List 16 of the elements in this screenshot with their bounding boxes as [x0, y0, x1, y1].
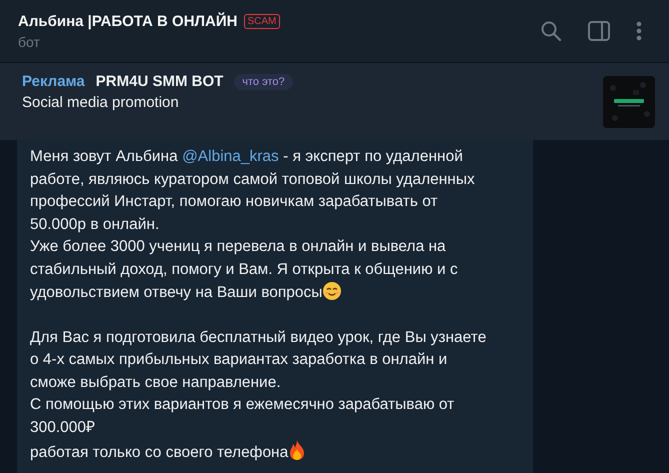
chat-title: Альбина |РАБОТА В ОНЛАЙН [18, 12, 238, 30]
what-is-this-link[interactable]: что это? [234, 74, 293, 90]
more-icon[interactable] [636, 21, 642, 41]
smiley-icon [322, 281, 342, 301]
scam-label: SCAM [244, 14, 280, 28]
sidebar-toggle-icon[interactable] [588, 21, 610, 41]
fire-icon [288, 439, 306, 461]
sponsored-banner[interactable]: Реклама PRM4U SMM BOT что это? Social media promotion [0, 63, 669, 140]
ad-title: PRM4U SMM BOT [96, 73, 224, 90]
ad-text: Social media promotion [22, 94, 180, 111]
username-link[interactable]: @Albina_kras [182, 148, 279, 165]
search-icon[interactable] [540, 20, 562, 42]
message-text: Для Вас я подготовила бесплатный видео урок, где Вы узнаете о 4-х самых прибыльных вариантах заработка в онлайн и сможе выбрать свое направление. С помощью этих вариантов я ежемесячно зарабатываю от 300.000₽ работая только со своего телефона [30, 328, 488, 463]
chat-subtitle: бот [18, 34, 41, 50]
message-text: Меня зовут Альбина @Albina_kras - я эксперт по удаленной работе, являюсь куратором самой топовой школы удаленных профессий Инстарт, помогаю новичкам зарабатывать от 50.000р в онлайн. Уже более 3000 учениц я перевела в онлайн и вывела на стабильный доход, помогу и Вам. Я открыта к общению и с удовольствием отвечу на Ваши вопросы [30, 147, 476, 303]
ad-label: Реклама [22, 73, 85, 90]
